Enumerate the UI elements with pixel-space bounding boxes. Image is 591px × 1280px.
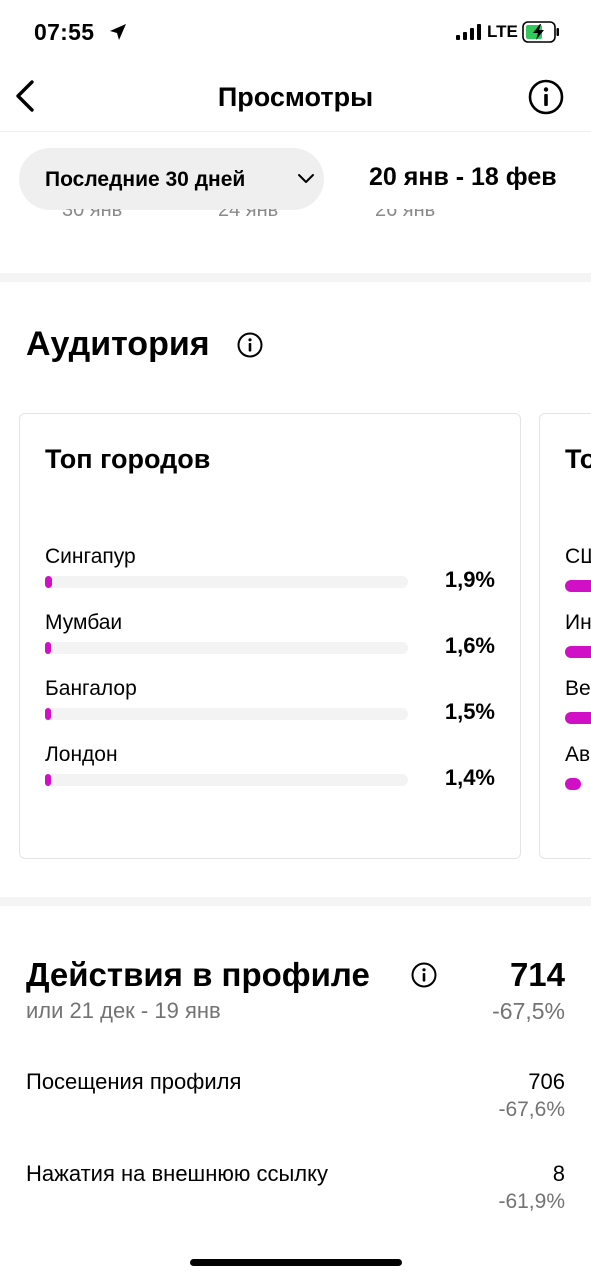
info-icon[interactable]: [411, 962, 437, 988]
profile-actions-delta: -67,5%: [492, 998, 565, 1024]
country-name: СШ: [565, 545, 591, 568]
section-divider: [0, 273, 591, 282]
home-indicator[interactable]: [190, 1259, 402, 1266]
percent-bar-fill: [45, 642, 51, 654]
percent-bar-fill: [565, 580, 591, 592]
metric-delta: -67,6%: [498, 1098, 565, 1121]
status-time: 07:55: [34, 19, 95, 45]
percent-bar-fill: [45, 774, 51, 786]
percent-bar-fill: [565, 712, 591, 724]
metric-delta: -61,9%: [498, 1190, 565, 1213]
percent-bar-fill: [45, 576, 52, 588]
axis-tick-label: 30 янв: [62, 209, 123, 221]
percent-bar-fill: [45, 708, 51, 720]
axis-tick-label: 26 янв: [375, 209, 436, 221]
city-percent: 1,9%: [444, 567, 495, 592]
city-row: Бангалор 1,5%: [45, 677, 505, 737]
city-name: Бангалор: [45, 677, 137, 700]
top-countries-card[interactable]: То СШ Ин Ве Ав: [539, 413, 591, 859]
date-range-label: Последние 30 дней: [45, 168, 246, 191]
chevron-down-icon: [298, 174, 314, 183]
date-range-dropdown[interactable]: Последние 30 дней: [19, 148, 324, 210]
section-divider: [0, 897, 591, 906]
chart-axis-clipped: 30 янв 24 янв 26 янв: [0, 209, 591, 231]
metric-value: 706: [528, 1069, 565, 1094]
country-name: Ве: [565, 677, 591, 700]
card-title: Топ городов: [45, 444, 211, 474]
compare-period-label: или 21 дек - 19 янв: [26, 998, 221, 1023]
top-cities-card[interactable]: Топ городов Сингапур 1,9% Мумбаи 1,6% Ба…: [19, 413, 521, 859]
audience-title: Аудитория: [26, 325, 210, 363]
city-name: Мумбаи: [45, 611, 123, 634]
profile-actions-total: 714: [509, 956, 565, 993]
country-name: Ин: [565, 611, 591, 634]
percent-bar-track: [45, 774, 408, 786]
profile-actions-title: Действия в профиле: [26, 956, 370, 993]
city-percent: 1,4%: [444, 765, 495, 790]
country-name: Ав: [565, 743, 591, 766]
battery-charging-icon: [522, 21, 559, 43]
info-icon[interactable]: [528, 79, 564, 115]
metric-label: Нажатия на внешнюю ссылку: [26, 1161, 328, 1186]
nav-bar: Просмотры: [0, 64, 591, 132]
card-title: То: [565, 444, 591, 474]
percent-bar-track: [45, 642, 408, 654]
city-percent: 1,5%: [444, 699, 495, 724]
city-row: Сингапур 1,9%: [45, 545, 505, 605]
axis-tick-label: 24 янв: [218, 209, 279, 221]
city-row: Лондон 1,4%: [45, 743, 505, 803]
signal-icon: [456, 24, 482, 40]
percent-bar-fill: [565, 778, 581, 790]
status-bar: 07:55 LTE: [0, 0, 591, 64]
metric-value: 8: [552, 1161, 565, 1186]
percent-bar-track: [45, 708, 408, 720]
metric-label: Посещения профиля: [26, 1069, 242, 1094]
city-row: Мумбаи 1,6%: [45, 611, 505, 671]
city-percent: 1,6%: [444, 633, 495, 658]
page-title: Просмотры: [217, 82, 374, 112]
location-arrow-icon: [110, 24, 126, 40]
network-label: LTE: [487, 22, 518, 41]
percent-bar-track: [45, 576, 408, 588]
percent-bar-fill: [565, 646, 591, 658]
info-icon[interactable]: [237, 332, 263, 358]
city-name: Лондон: [45, 743, 118, 766]
city-name: Сингапур: [45, 545, 136, 568]
date-range-text: 20 янв - 18 фев: [369, 163, 557, 191]
